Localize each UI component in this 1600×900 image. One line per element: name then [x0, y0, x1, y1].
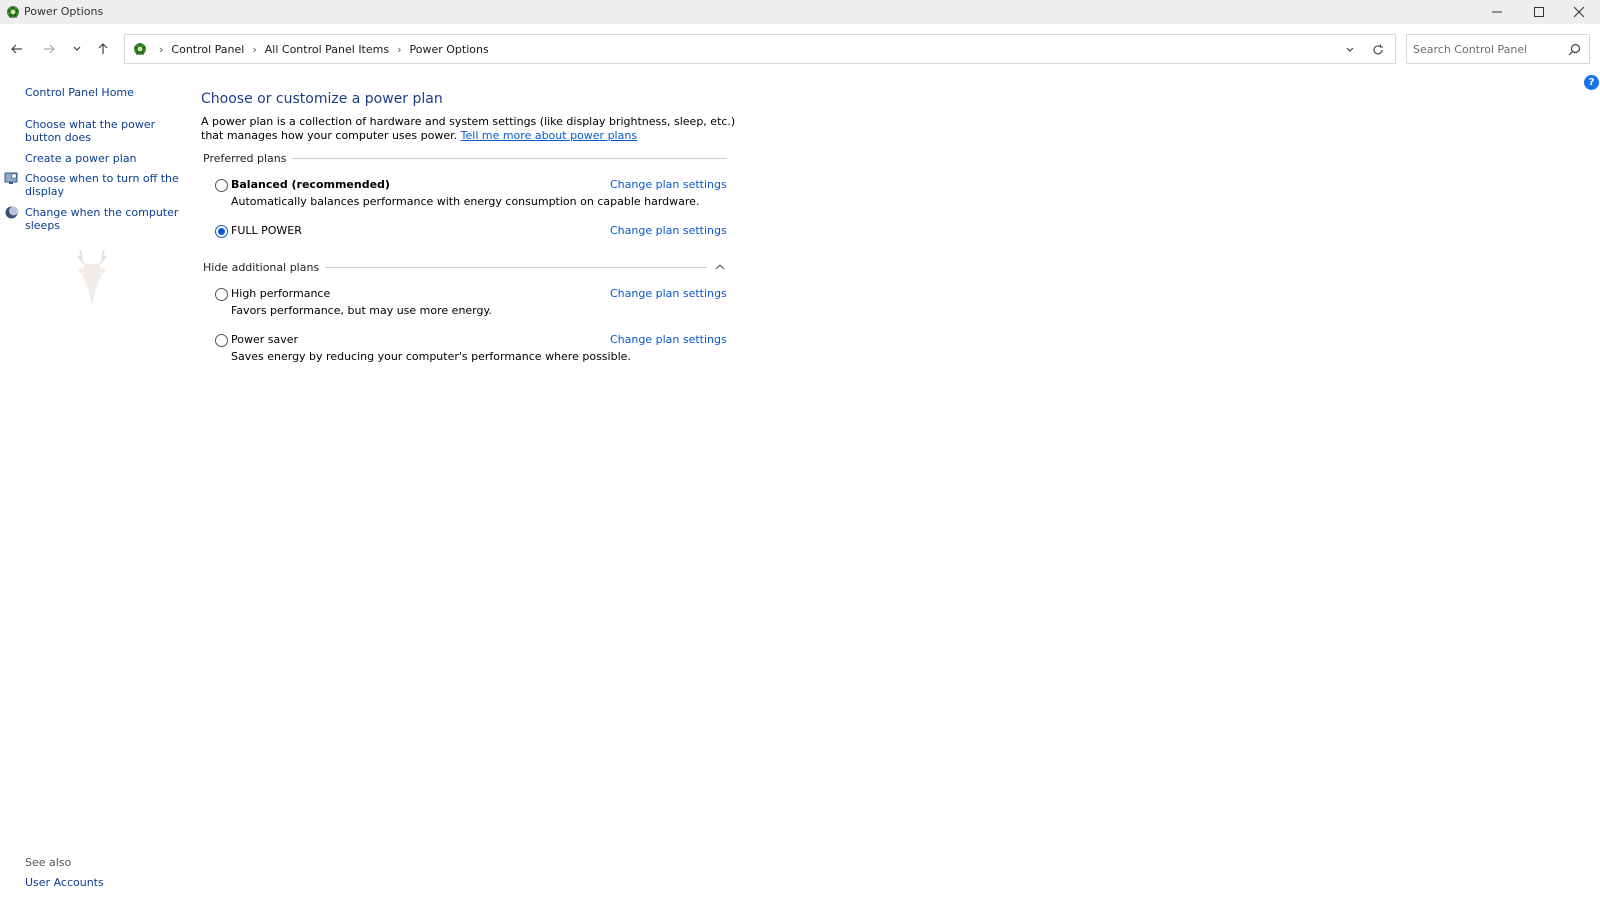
plan-power-saver-name[interactable]: Power saver [231, 333, 298, 346]
help-icon[interactable]: ? [1584, 75, 1599, 90]
plan-balanced-name[interactable]: Balanced (recommended) [231, 178, 390, 191]
sidebar: Control Panel Home Choose what the power… [0, 72, 190, 900]
address-dropdown-icon[interactable] [1343, 43, 1357, 57]
breadcrumb: › Control Panel › All Control Panel Item… [151, 43, 489, 56]
sidebar-item-control-panel-home[interactable]: Control Panel Home [25, 86, 183, 99]
page-title: Choose or customize a power plan [201, 91, 443, 107]
plan-full-power-name[interactable]: FULL POWER [231, 224, 302, 237]
navigation-bar: › Control Panel › All Control Panel Item… [0, 24, 1600, 72]
sleep-moon-icon [5, 206, 18, 219]
plan-power-saver-radio[interactable] [215, 334, 228, 347]
address-bar[interactable]: › Control Panel › All Control Panel Item… [124, 34, 1396, 64]
forward-button[interactable] [38, 38, 60, 60]
breadcrumb-power-options[interactable]: Power Options [410, 43, 489, 56]
breadcrumb-all-items[interactable]: All Control Panel Items [265, 43, 389, 56]
plan-power-saver-description: Saves energy by reducing your computer's… [231, 350, 631, 363]
plan-balanced-change-link[interactable]: Change plan settings [610, 178, 727, 191]
close-button[interactable] [1558, 0, 1600, 24]
power-options-icon [7, 6, 19, 18]
recent-locations-button[interactable] [66, 38, 88, 60]
plan-full-power-change-link[interactable]: Change plan settings [610, 224, 727, 237]
up-button[interactable] [92, 38, 114, 60]
deer-watermark-icon [76, 249, 108, 306]
divider [325, 266, 707, 268]
sidebar-item-computer-sleeps[interactable]: Change when the computer sleeps [25, 206, 183, 232]
plan-high-performance-description: Favors performance, but may use more ene… [231, 304, 492, 317]
minimize-icon [1492, 11, 1502, 13]
maximize-button[interactable] [1518, 0, 1560, 24]
chevron-right-icon: › [159, 43, 164, 56]
arrow-right-icon [44, 44, 55, 54]
learn-more-link[interactable]: Tell me more about power plans [461, 129, 637, 142]
arrow-left-icon [11, 44, 22, 54]
preferred-plans-label: Preferred plans [203, 152, 287, 165]
refresh-icon[interactable] [1371, 43, 1385, 57]
hide-additional-plans-label[interactable]: Hide additional plans [203, 261, 319, 274]
chevron-right-icon: › [397, 43, 402, 56]
arrow-up-icon [98, 43, 108, 54]
page-description: A power plan is a collection of hardware… [201, 115, 741, 143]
control-panel-icon [134, 43, 146, 55]
see-also-label: See also [25, 856, 72, 869]
display-icon [4, 172, 18, 184]
plan-high-performance-radio[interactable] [215, 288, 228, 301]
maximize-icon [1534, 7, 1544, 17]
sidebar-item-create-plan[interactable]: Create a power plan [25, 152, 183, 165]
back-button[interactable] [6, 38, 28, 60]
plan-high-performance-change-link[interactable]: Change plan settings [610, 287, 727, 300]
plan-balanced-radio[interactable] [215, 179, 228, 192]
close-icon [1573, 6, 1585, 18]
window-title: Power Options [24, 5, 104, 18]
title-bar: Power Options [0, 0, 1600, 24]
plan-power-saver-change-link[interactable]: Change plan settings [610, 333, 727, 346]
breadcrumb-control-panel[interactable]: Control Panel [171, 43, 244, 56]
additional-plans-header: Hide additional plans [203, 260, 727, 274]
sidebar-item-turn-off-display[interactable]: Choose when to turn off the display [25, 172, 183, 198]
sidebar-item-power-button[interactable]: Choose what the power button does [25, 118, 183, 144]
chevron-down-icon [73, 46, 81, 51]
chevron-right-icon: › [252, 43, 257, 56]
search-icon[interactable] [1568, 43, 1581, 56]
search-input[interactable] [1413, 41, 1563, 57]
sidebar-item-user-accounts[interactable]: User Accounts [25, 876, 104, 889]
divider [292, 158, 727, 159]
preferred-plans-header: Preferred plans [203, 152, 727, 165]
search-box[interactable] [1406, 34, 1590, 64]
minimize-button[interactable] [1476, 0, 1518, 24]
plan-full-power-radio[interactable] [215, 225, 228, 238]
plan-high-performance-name[interactable]: High performance [231, 287, 330, 300]
plan-balanced-description: Automatically balances performance with … [231, 195, 700, 208]
chevron-up-icon[interactable] [713, 260, 727, 274]
